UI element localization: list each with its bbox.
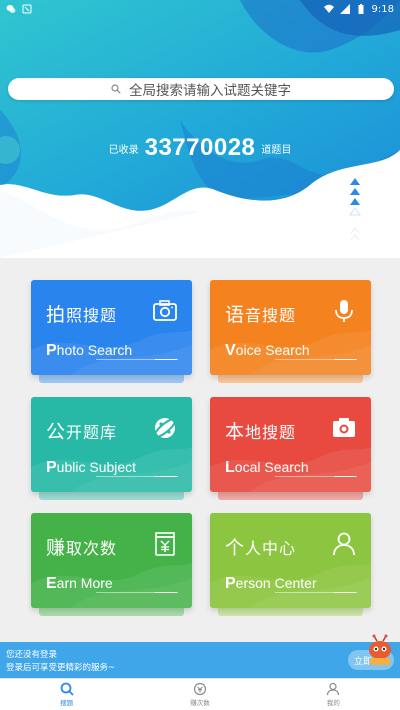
card-underline-accent [155, 592, 177, 593]
card-subtitle: Photo Search [46, 342, 133, 359]
signal-icon [339, 4, 350, 14]
wifi-icon [323, 4, 334, 13]
card-underline-accent [155, 359, 177, 360]
counter-prefix: 已收录 [108, 144, 139, 156]
card-wave-decoration [31, 563, 192, 608]
microphone-icon [335, 300, 353, 322]
card-wave-decoration [210, 563, 371, 608]
card-title: 赚取次数 [46, 537, 118, 559]
yuan-jar-icon [155, 532, 175, 556]
status-time: 9:18 [371, 3, 394, 15]
notification-icon [22, 4, 32, 14]
photo-search-card[interactable]: 拍照搜题 Photo Search [31, 280, 192, 375]
card-subtitle: Public Subject [46, 459, 137, 476]
card-wave-decoration [210, 330, 371, 375]
planet-icon [153, 418, 177, 438]
card-subtitle: Local Search [225, 459, 309, 476]
card-underline-accent [334, 592, 356, 593]
person-icon [333, 532, 355, 556]
nav-item-mine[interactable]: 我的 [267, 679, 400, 710]
card-underline-accent [334, 359, 356, 360]
card-title: 语音搜题 [225, 304, 297, 326]
battery-icon [358, 4, 364, 14]
person-center-card[interactable]: 个人中心 Person Center [210, 513, 371, 608]
nav-item-search[interactable]: 搜题 [0, 679, 133, 710]
search-placeholder: 全局搜索请输入试题关键字 [129, 83, 291, 99]
user-icon [327, 682, 340, 696]
card-title: 公开题库 [46, 421, 118, 443]
nav-label: 搜题 [60, 699, 74, 707]
public-subject-card[interactable]: 公开题库 Public Subject [31, 397, 192, 492]
hero-banner: 全局搜索请输入试题关键字 已收录 33770028 道题目 [0, 0, 400, 258]
card-title: 个人中心 [225, 537, 297, 559]
login-banner: 您还没有登录 登录后可享受更精彩的服务~ 立即 [0, 634, 400, 678]
feature-grid: 拍照搜题 Photo Search 语音搜题 Voice Search 公开题库… [0, 258, 400, 642]
voice-search-card[interactable]: 语音搜题 Voice Search [210, 280, 371, 375]
earn-more-card[interactable]: 赚取次数 Earn More [31, 513, 192, 608]
nav-label: 我的 [326, 699, 340, 707]
local-search-card[interactable]: 本地搜题 Local Search [210, 397, 371, 492]
mascot-icon [369, 634, 391, 665]
card-subtitle: Voice Search [225, 342, 310, 359]
search-bar[interactable]: 全局搜索请输入试题关键字 [8, 78, 394, 100]
search-icon [60, 682, 74, 696]
bottom-nav: 搜题 赚次数 我的 [0, 678, 400, 710]
card-title: 本地搜题 [225, 421, 297, 443]
nav-item-earn[interactable]: 赚次数 [133, 679, 266, 710]
card-wave-decoration [31, 330, 192, 375]
search-icon [111, 84, 121, 94]
coin-icon [193, 682, 207, 696]
card-title: 拍照搜题 [46, 304, 118, 326]
card-underline-accent [155, 476, 177, 477]
status-bar: 9:18 [0, 0, 400, 18]
camera-filled-icon [333, 418, 355, 437]
card-wave-decoration [210, 447, 371, 492]
card-wave-decoration [31, 447, 192, 492]
card-subtitle: Person Center [225, 575, 317, 592]
counter-suffix: 道题目 [261, 144, 292, 156]
card-underline-accent [334, 476, 356, 477]
counter-value: 33770028 [144, 134, 256, 161]
camera-outline-icon [153, 300, 177, 321]
card-subtitle: Earn More [46, 575, 113, 592]
question-counter: 已收录 33770028 道题目 [0, 134, 400, 162]
nav-label: 赚次数 [190, 699, 210, 707]
hero-background [0, 0, 400, 258]
wechat-icon [6, 5, 16, 13]
login-status-text: 您还没有登录 [6, 650, 58, 660]
decorative-arrows-icon [349, 178, 361, 241]
login-hint-text: 登录后可享受更精彩的服务~ [6, 663, 116, 673]
